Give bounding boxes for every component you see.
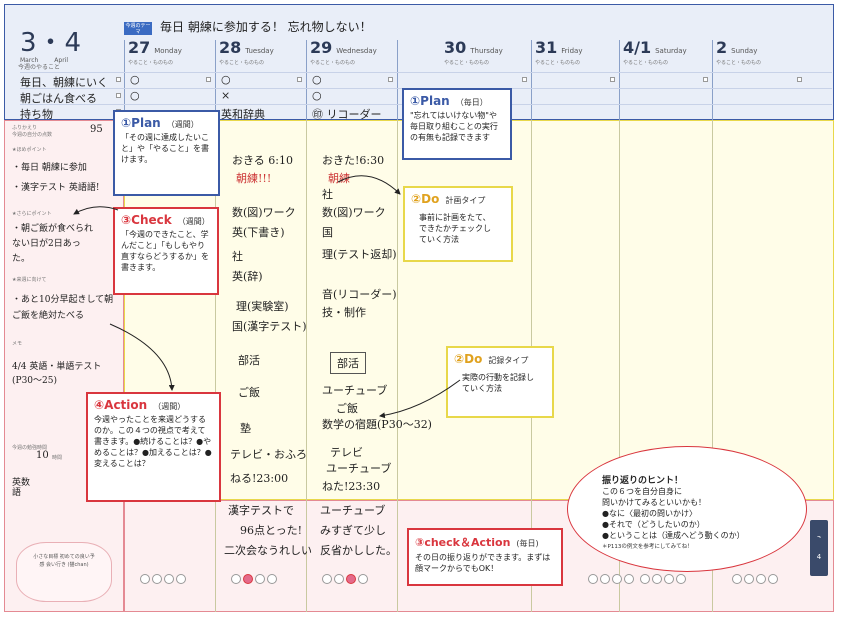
goal-tag: 今週のテーマ [124, 22, 152, 35]
week-todo-item: 持ち物 [20, 108, 53, 121]
do-region [124, 120, 834, 500]
homeru-label: ★ほめポイント [12, 147, 47, 153]
mon-review-line: 漢字テストで [228, 504, 294, 517]
day-header-sat: 4/1 Saturday やること・ものもの [623, 38, 687, 66]
todo-checkbox[interactable] [116, 77, 121, 82]
plan-mark: ○ [312, 73, 322, 86]
mon-review-line: 96点とった! [240, 524, 303, 537]
callout-action-weekly: ④Action （週間） 今週やったことを来週どうするのか。この４つの視点で考えて… [86, 392, 221, 502]
homeru-text: ・毎日 朝練に参加 [12, 163, 87, 173]
mood-faces[interactable] [322, 574, 368, 584]
day-header-tue: 28 Tuesday やること・ものもの [219, 38, 274, 66]
day-header-wed: 29 Wednesday やること・ものもの [310, 38, 377, 66]
score-label: 今週の自分の点数 [12, 132, 53, 138]
column-divider [124, 40, 125, 120]
todo-checkbox[interactable] [522, 77, 527, 82]
week-todo-item: 毎日、朝練にいく [20, 76, 108, 89]
todo-checkbox[interactable] [206, 77, 211, 82]
week-todo-item: 朝ごはん食べる [20, 92, 97, 105]
plan-mark: ○ [130, 73, 140, 86]
reflection-hint: 振り返りのヒント！ この６つを自分自身に 問いかけてみるといいかも！ ●なに〈最… [567, 446, 807, 572]
mood-faces[interactable] [140, 574, 186, 584]
month-tab-4[interactable]: 4 [810, 538, 828, 576]
next-text: ・あと10分早起きして朝ご飯を絶対たべる [12, 295, 114, 321]
mood-faces[interactable] [732, 574, 778, 584]
next-label: ★来週に向けて [12, 277, 47, 283]
day-header-sun: 2 Sunday やること・ものもの [716, 38, 762, 66]
week-date: 3・4 March April [20, 22, 82, 64]
wed-review-line: 反省かしした。 [320, 544, 397, 557]
plan-mark: ○ [312, 89, 322, 102]
small-goal-note: 小さな目標 初めての良い予感 会い行き (猫chan) [16, 542, 112, 602]
date-number: 3・4 [20, 28, 83, 58]
study-time-unit: 時間 [52, 455, 63, 461]
plan-mark: × [221, 89, 231, 102]
plan-mark: ○ [130, 89, 140, 102]
improve-text: ・朝ご飯が食べられない日が2日あった。 [12, 224, 94, 264]
todo-checkbox[interactable] [610, 77, 615, 82]
study-time-value: 10 [36, 450, 49, 461]
week-score: 95 [90, 124, 103, 135]
todo-checkbox[interactable] [116, 93, 121, 98]
callout-check-action-daily: ③check＆Action (毎日) その日の振り返りができます。まずは顔マークか… [407, 528, 563, 586]
wed-review-line: みすぎて少し [320, 524, 386, 537]
furikaeri-label: ふりかえり [12, 125, 38, 131]
callout-plan-weekly: ①Plan （週間） 「その週に達成したいこと」や「やること」を書けます。 [113, 110, 220, 196]
todo-checkbox[interactable] [297, 77, 302, 82]
column-divider [306, 120, 307, 612]
todo-checkbox[interactable] [797, 77, 802, 82]
callout-check-weekly: ③Check （週間） 「今週のできたこと、学んだこと」「もしもやり直すならどうす… [113, 207, 219, 295]
row-divider [20, 72, 832, 73]
goal-text: 毎日 朝練に参加する！ 忘れ物しない！ [160, 20, 372, 34]
callout-do-record: ②Do 記録タイプ 実際の行動を記録していく方法 [446, 346, 554, 418]
memo-text: 4/4 英語・単語テスト (P30〜25) [12, 362, 102, 386]
week-todo-label: 今週のやること [18, 64, 61, 71]
mood-faces[interactable] [588, 574, 634, 584]
callout-plan-daily: ①Plan （毎日） "忘れてはいけない物"や毎日取り組むことの実行の有無も記録で… [402, 88, 512, 160]
plan-mark: ○ [221, 73, 231, 86]
subject-legend: 英数語 [12, 478, 31, 498]
wed-review-line: ユーチューブ [320, 504, 386, 517]
mood-faces[interactable] [231, 574, 277, 584]
mood-faces[interactable] [640, 574, 686, 584]
memo-label: メモ [12, 341, 23, 347]
day-header-mon: 27 Monday やること・ものもの [128, 38, 182, 66]
plan-mark: ㊞ リコーダー [312, 108, 382, 121]
callout-do-plan: ②Do 計画タイプ 事前に計画をたて、できたかチェックしていく方法 [403, 186, 513, 262]
column-divider [397, 120, 398, 612]
todo-checkbox[interactable] [388, 77, 393, 82]
homeru-text: ・漢字テスト 英語語! [12, 183, 100, 193]
mon-review-line: 二次会なうれしい [224, 544, 312, 557]
day-header-thu: 30 Thursday やること・ものもの [444, 38, 503, 66]
improve-label: ★さらにポイント [12, 211, 52, 217]
plan-mark: 英和辞典 [221, 108, 265, 121]
todo-checkbox[interactable] [703, 77, 708, 82]
